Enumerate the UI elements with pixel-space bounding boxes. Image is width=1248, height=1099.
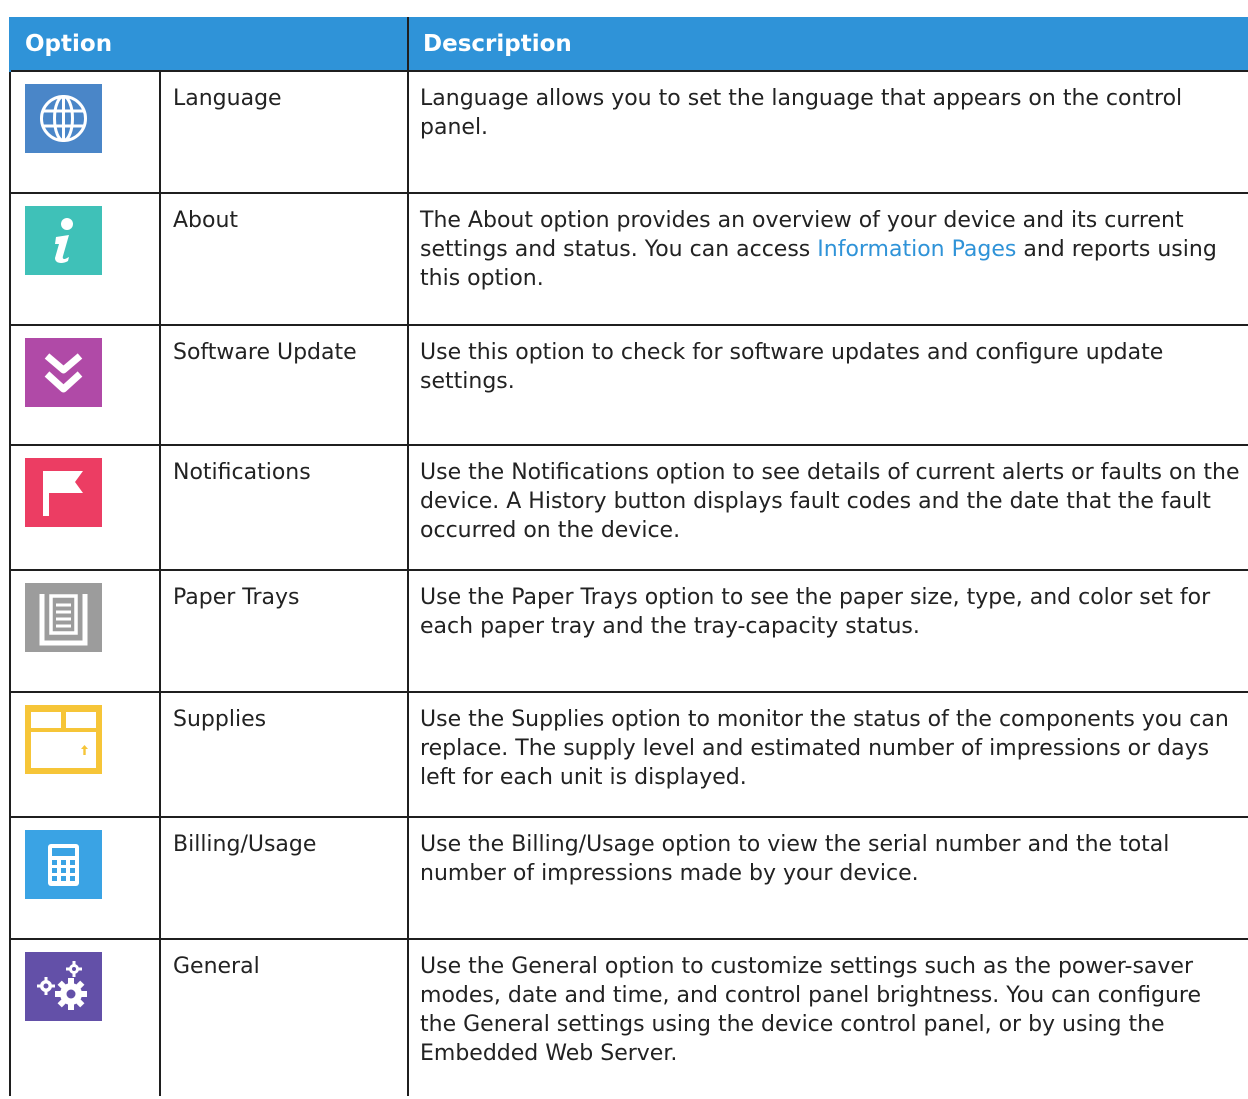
- option-name: Software Update: [158, 324, 410, 446]
- paper-tray-icon: [25, 583, 102, 652]
- description-column-header: Description: [407, 17, 1248, 71]
- option-name: Notifications: [158, 444, 410, 571]
- supplies-box-icon: [25, 705, 102, 774]
- table-row-general: General Use the General option to custom…: [9, 938, 1248, 1096]
- flag-icon: [25, 458, 102, 527]
- option-name: Language: [158, 70, 410, 194]
- option-name: Billing/Usage: [158, 816, 410, 940]
- option-name: General: [158, 938, 410, 1096]
- option-description: Use this option to check for software up…: [407, 324, 1248, 446]
- options-table: Option Description Language Language all…: [8, 17, 1248, 1096]
- option-description: Use the Paper Trays option to see the pa…: [407, 569, 1248, 693]
- information-pages-link[interactable]: Information Pages: [817, 237, 1016, 262]
- table-row-notifications: Notifications Use the Notifications opti…: [9, 444, 1248, 571]
- option-name: Supplies: [158, 691, 410, 818]
- option-description: Language allows you to set the language …: [407, 70, 1248, 194]
- option-description: The About option provides an overview of…: [407, 192, 1248, 326]
- option-name: Paper Trays: [158, 569, 410, 693]
- option-name: About: [158, 192, 410, 326]
- software-update-icon: [25, 338, 102, 407]
- option-description: Use the Notifications option to see deta…: [407, 444, 1248, 571]
- calculator-icon: [25, 830, 102, 899]
- table-row-software-update: Software Update Use this option to check…: [9, 324, 1248, 446]
- table-row-billing-usage: Billing/Usage Use the Billing/Usage opti…: [9, 816, 1248, 940]
- table-header-row: Option Description: [8, 17, 1248, 71]
- option-description: Use the Supplies option to monitor the s…: [407, 691, 1248, 818]
- info-icon: [25, 206, 102, 275]
- option-description: Use the Billing/Usage option to view the…: [407, 816, 1248, 940]
- table-row-paper-trays: Paper Trays Use the Paper Trays option t…: [9, 569, 1248, 693]
- option-column-header: Option: [8, 17, 410, 71]
- globe-icon: [25, 84, 102, 153]
- option-description: Use the General option to customize sett…: [407, 938, 1248, 1096]
- gears-icon: [25, 952, 102, 1021]
- table-row-about: About The About option provides an overv…: [9, 192, 1248, 326]
- table-row-language: Language Language allows you to set the …: [9, 70, 1248, 194]
- table-row-supplies: Supplies Use the Supplies option to moni…: [9, 691, 1248, 818]
